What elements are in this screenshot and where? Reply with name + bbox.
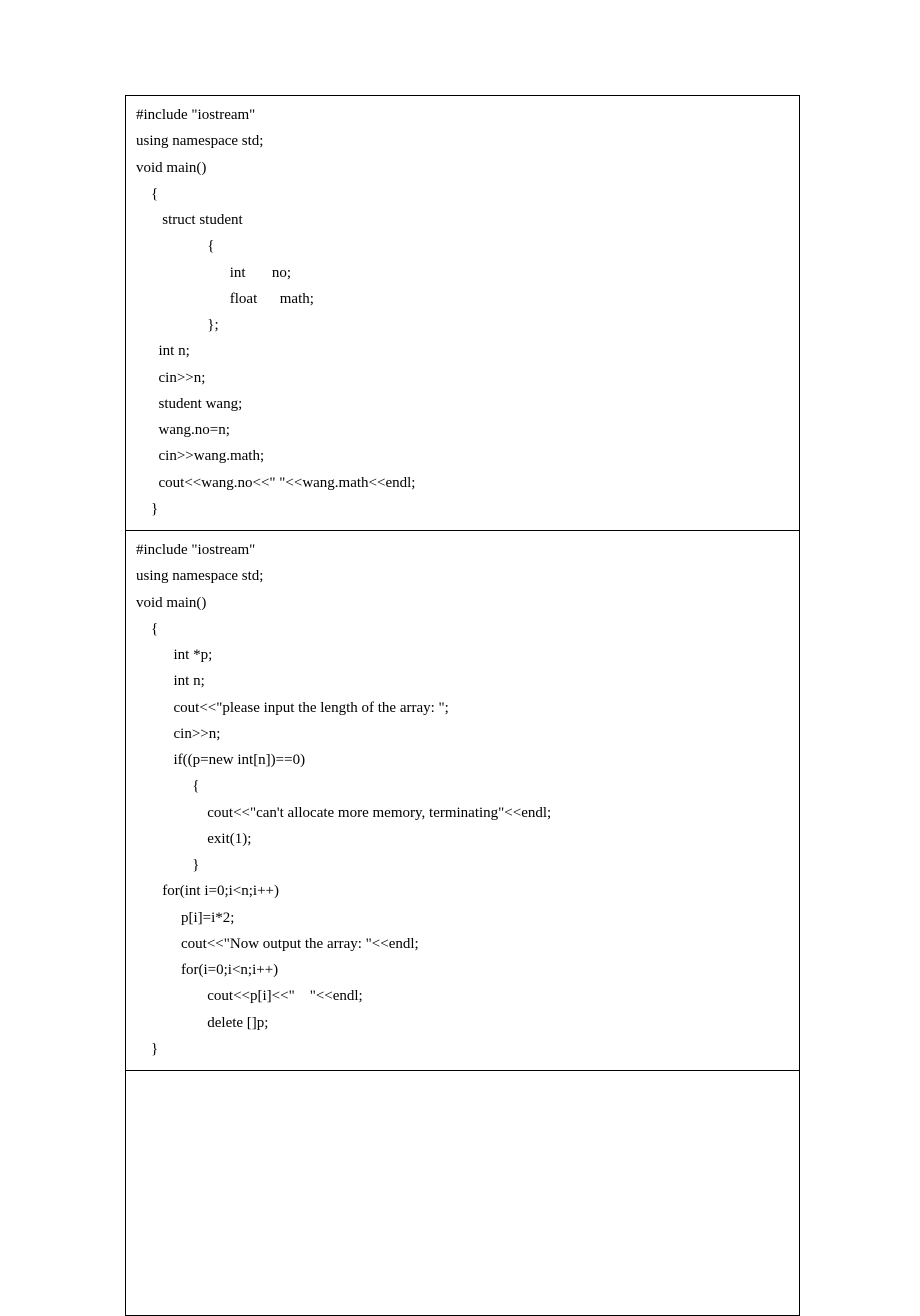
code-cell-1: #include "iostream" using namespace std;…	[126, 96, 800, 531]
code-table: #include "iostream" using namespace std;…	[125, 95, 800, 1316]
code-block-1: #include "iostream" using namespace std;…	[136, 102, 789, 522]
code-block-2: #include "iostream" using namespace std;…	[136, 537, 789, 1062]
code-cell-2: #include "iostream" using namespace std;…	[126, 531, 800, 1071]
code-cell-3-empty	[126, 1071, 800, 1316]
document-page: #include "iostream" using namespace std;…	[0, 0, 920, 1302]
